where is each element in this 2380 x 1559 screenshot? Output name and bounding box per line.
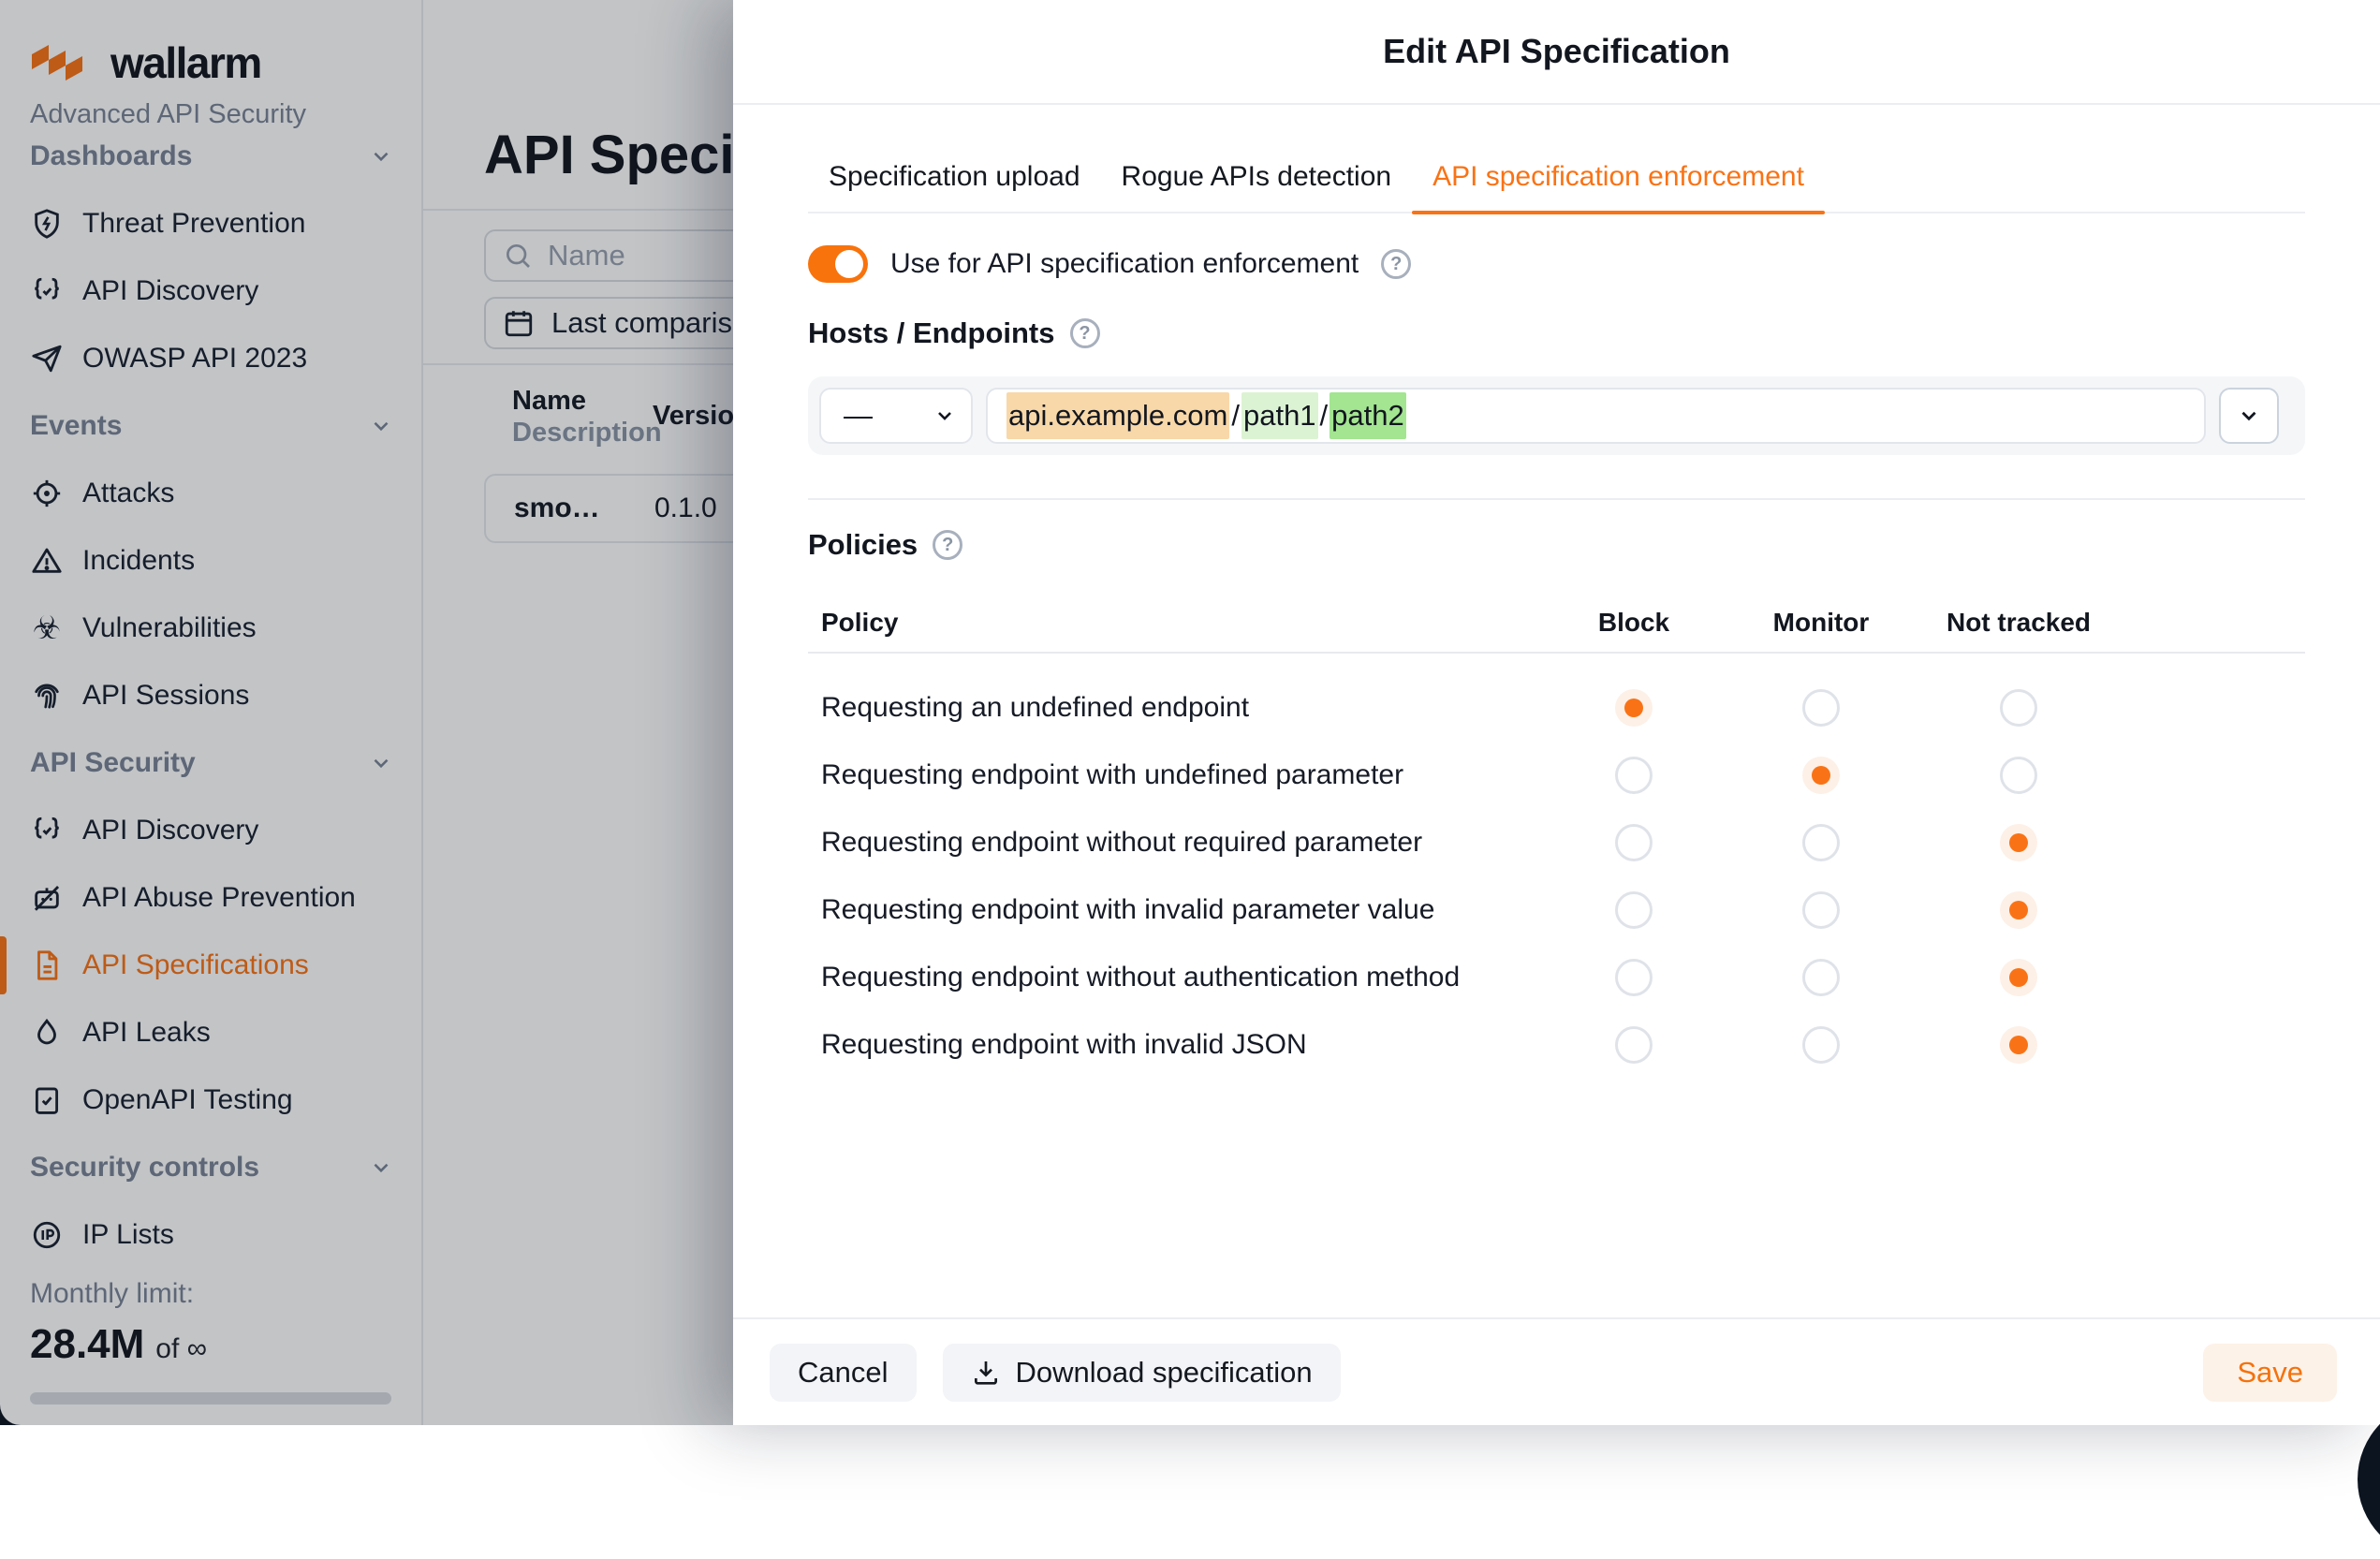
radio-block[interactable] — [1615, 757, 1653, 794]
modal-title: Edit API Specification — [1383, 32, 1730, 71]
policies-table-header: Policy Block Monitor Not tracked — [808, 594, 2305, 654]
url-segment-path2: path2 — [1330, 392, 1406, 439]
policies-title: Policies — [808, 528, 918, 562]
modal-header: Edit API Specification — [733, 0, 2380, 105]
radio-block[interactable] — [1615, 959, 1653, 996]
column-header-block: Block — [1598, 608, 1669, 638]
policy-row-without-authentication: Requesting endpoint without authenticati… — [808, 944, 2305, 1011]
policy-row-invalid-parameter-value: Requesting endpoint with invalid paramet… — [808, 876, 2305, 944]
column-header-not-tracked: Not tracked — [1947, 608, 2091, 638]
url-segment-host: api.example.com — [1006, 392, 1229, 439]
url-segment-separator: / — [1229, 392, 1241, 439]
modal-tabs: Specification upload Rogue APIs detectio… — [808, 154, 2305, 213]
policy-label: Requesting endpoint without authenticati… — [808, 962, 1540, 993]
policy-label: Requesting endpoint without required par… — [808, 827, 1540, 859]
radio-monitor[interactable] — [1802, 1026, 1840, 1064]
radio-not-tracked[interactable] — [2000, 959, 2037, 996]
endpoint-url-input[interactable]: api.example.com/path1/path2 — [986, 388, 2206, 444]
chevron-down-icon — [933, 404, 956, 427]
policy-row-invalid-json: Requesting endpoint with invalid JSON — [808, 1011, 2305, 1079]
radio-block[interactable] — [1615, 689, 1653, 727]
tab-rogue-apis-detection[interactable]: Rogue APIs detection — [1101, 154, 1413, 212]
policy-label: Requesting endpoint with invalid paramet… — [808, 894, 1540, 926]
modal-body: Specification upload Rogue APIs detectio… — [733, 105, 2380, 1317]
hosts-endpoints-title: Hosts / Endpoints — [808, 316, 1055, 350]
column-header-monitor: Monitor — [1773, 608, 1870, 638]
http-method-select[interactable]: — — [819, 388, 973, 444]
download-label: Download specification — [1016, 1356, 1313, 1390]
radio-block[interactable] — [1615, 1026, 1653, 1064]
radio-monitor[interactable] — [1802, 891, 1840, 929]
enforcement-toggle-row: Use for API specification enforcement ? — [808, 245, 2305, 283]
cancel-label: Cancel — [798, 1356, 889, 1390]
radio-not-tracked[interactable] — [2000, 891, 2037, 929]
policy-row-undefined-parameter: Requesting endpoint with undefined param… — [808, 742, 2305, 809]
radio-monitor[interactable] — [1802, 824, 1840, 861]
cancel-button[interactable]: Cancel — [770, 1344, 917, 1402]
save-label: Save — [2237, 1356, 2303, 1390]
help-icon[interactable]: ? — [1381, 249, 1411, 279]
modal-footer: Cancel Download specification Save — [733, 1317, 2380, 1425]
radio-not-tracked[interactable] — [2000, 824, 2037, 861]
enforcement-toggle[interactable] — [808, 245, 868, 283]
help-icon[interactable]: ? — [1070, 318, 1100, 348]
policies-rows: Requesting an undefined endpoint Request… — [808, 674, 2305, 1079]
column-header-policy: Policy — [808, 608, 1540, 638]
radio-monitor[interactable] — [1802, 757, 1840, 794]
policy-label: Requesting endpoint with invalid JSON — [808, 1029, 1540, 1061]
enforcement-toggle-label: Use for API specification enforcement — [890, 248, 1359, 280]
policies-heading: Policies ? — [808, 528, 2305, 562]
radio-block[interactable] — [1615, 891, 1653, 929]
radio-not-tracked[interactable] — [2000, 689, 2037, 727]
policy-row-undefined-endpoint: Requesting an undefined endpoint — [808, 674, 2305, 742]
radio-monitor[interactable] — [1802, 959, 1840, 996]
tab-api-specification-enforcement[interactable]: API specification enforcement — [1412, 154, 1825, 212]
url-segment-separator: / — [1318, 392, 1330, 439]
download-specification-button[interactable]: Download specification — [943, 1344, 1341, 1402]
policy-row-without-required-parameter: Requesting endpoint without required par… — [808, 809, 2305, 876]
policy-label: Requesting endpoint with undefined param… — [808, 759, 1540, 791]
tab-specification-upload[interactable]: Specification upload — [808, 154, 1101, 212]
radio-monitor[interactable] — [1802, 689, 1840, 727]
radio-not-tracked[interactable] — [2000, 1026, 2037, 1064]
hosts-endpoint-row: — api.example.com/path1/path2 — [808, 376, 2305, 455]
download-icon — [971, 1358, 1001, 1388]
divider — [808, 498, 2305, 500]
http-method-select-value: — — [844, 399, 873, 433]
hosts-endpoints-heading: Hosts / Endpoints ? — [808, 316, 2305, 350]
save-button[interactable]: Save — [2203, 1344, 2337, 1402]
url-segment-path1: path1 — [1241, 392, 1318, 439]
endpoint-expand-button[interactable] — [2219, 388, 2279, 444]
toggle-knob — [835, 250, 863, 278]
chevron-down-icon — [2237, 404, 2261, 428]
policy-label: Requesting an undefined endpoint — [808, 692, 1540, 724]
radio-not-tracked[interactable] — [2000, 757, 2037, 794]
edit-api-specification-modal: Edit API Specification Specification upl… — [733, 0, 2380, 1425]
help-icon[interactable]: ? — [933, 530, 962, 560]
radio-block[interactable] — [1615, 824, 1653, 861]
